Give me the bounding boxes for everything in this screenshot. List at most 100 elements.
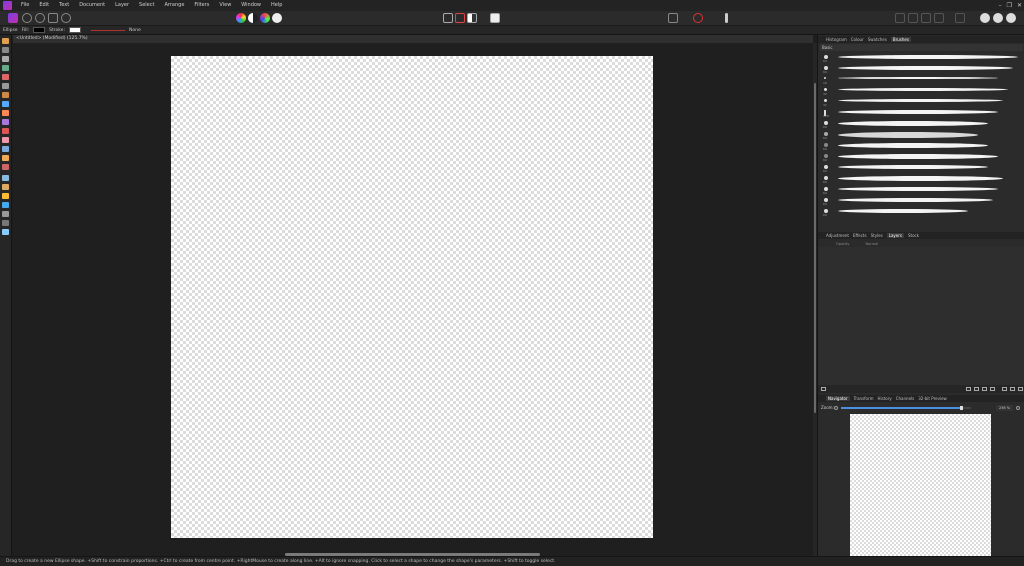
tab-channels[interactable]: Channels bbox=[896, 396, 915, 401]
brush-item[interactable]: 16 bbox=[820, 74, 1020, 85]
layer-options-icon[interactable] bbox=[821, 387, 826, 391]
mask-layer-icon[interactable] bbox=[966, 387, 971, 391]
delete-layer-icon[interactable] bbox=[1018, 387, 1023, 391]
tab-brushes[interactable]: Brushes bbox=[890, 37, 911, 42]
tab-effects[interactable]: Effects bbox=[853, 233, 867, 238]
paint-brush-icon[interactable] bbox=[2, 74, 9, 80]
zoom-slider[interactable] bbox=[841, 406, 971, 410]
smudge-tool-icon[interactable] bbox=[2, 164, 9, 170]
brush-item[interactable]: 64 bbox=[820, 118, 1020, 129]
tab-32bit-preview[interactable]: 32-bit Preview bbox=[918, 396, 947, 401]
menu-edit[interactable]: Edit bbox=[34, 0, 54, 11]
brush-item[interactable]: 64 bbox=[820, 63, 1020, 74]
auto-colours-icon[interactable] bbox=[260, 13, 270, 23]
auto-levels-icon[interactable] bbox=[236, 13, 246, 23]
navigator-preview[interactable] bbox=[850, 414, 991, 556]
zoom-in-icon[interactable] bbox=[1016, 406, 1020, 410]
text-tool-icon[interactable] bbox=[2, 211, 9, 217]
blur-tool-icon[interactable] bbox=[2, 175, 9, 181]
align-right-icon[interactable] bbox=[921, 13, 931, 23]
tab-layers[interactable]: Layers bbox=[886, 233, 904, 238]
stroke-style-label[interactable]: None bbox=[129, 28, 141, 33]
clone-tool-icon[interactable] bbox=[2, 137, 9, 143]
zoom-tool-icon[interactable] bbox=[2, 229, 9, 235]
brush-item[interactable]: 32 bbox=[820, 85, 1020, 96]
snapping-magnet-icon[interactable] bbox=[681, 13, 691, 23]
dodge-tool-icon[interactable] bbox=[2, 119, 9, 125]
red-eye-tool-icon[interactable] bbox=[2, 155, 9, 161]
tab-adjustment[interactable]: Adjustment bbox=[826, 233, 849, 238]
brush-item[interactable]: 64 bbox=[820, 52, 1020, 63]
quick-mask-icon[interactable] bbox=[455, 13, 465, 23]
photo-persona-icon[interactable] bbox=[8, 13, 18, 23]
pixel-tool-icon[interactable] bbox=[2, 83, 9, 89]
transform-icon[interactable] bbox=[955, 13, 965, 23]
auto-contrast-icon[interactable] bbox=[248, 13, 258, 23]
boolean-subtract-icon[interactable] bbox=[993, 13, 1003, 23]
opacity-label[interactable]: Opacity bbox=[836, 242, 849, 246]
brush-category-select[interactable]: Basic bbox=[820, 44, 1023, 51]
snapping-grid-icon[interactable] bbox=[668, 13, 678, 23]
move-tool-icon[interactable] bbox=[2, 47, 9, 53]
menu-window[interactable]: Window bbox=[236, 0, 266, 11]
liquify-persona-icon[interactable] bbox=[22, 13, 32, 23]
tab-colour[interactable]: Colour bbox=[851, 37, 864, 42]
minimize-button[interactable]: – bbox=[999, 2, 1002, 9]
brush-item[interactable]: 64 bbox=[820, 173, 1020, 184]
menu-document[interactable]: Document bbox=[74, 0, 110, 11]
ellipse-tool-icon[interactable] bbox=[2, 202, 9, 208]
stroke-swatch[interactable] bbox=[68, 27, 81, 33]
brush-item[interactable]: 64 bbox=[820, 129, 1020, 140]
tab-navigator[interactable]: Navigator bbox=[826, 396, 850, 401]
align-top-icon[interactable] bbox=[934, 13, 944, 23]
crop-tool-icon[interactable] bbox=[2, 65, 9, 71]
add-pixel-layer-icon[interactable] bbox=[1002, 387, 1007, 391]
brush-item[interactable]: 32 bbox=[820, 96, 1020, 107]
live-filter-icon[interactable] bbox=[982, 387, 987, 391]
zoom-out-icon[interactable] bbox=[834, 406, 838, 410]
menu-text[interactable]: Text bbox=[54, 0, 74, 11]
snapping-options-icon[interactable] bbox=[693, 13, 703, 23]
zoom-value-field[interactable]: 236 % bbox=[996, 405, 1013, 411]
blend-mode-select[interactable]: Normal bbox=[865, 242, 878, 246]
group-layers-icon[interactable] bbox=[990, 387, 995, 391]
close-button[interactable]: ✕ bbox=[1017, 2, 1022, 9]
brush-item[interactable]: 64 bbox=[820, 206, 1020, 217]
menu-filters[interactable]: Filters bbox=[189, 0, 214, 11]
brush-item[interactable]: 64 bbox=[820, 151, 1020, 162]
stroke-width-slider[interactable] bbox=[90, 29, 125, 31]
menu-view[interactable]: View bbox=[214, 0, 236, 11]
tone-mapping-persona-icon[interactable] bbox=[48, 13, 58, 23]
tab-swatches[interactable]: Swatches bbox=[868, 37, 887, 42]
brush-item[interactable]: 64 bbox=[820, 195, 1020, 206]
brush-item[interactable]: 64 bbox=[820, 140, 1020, 151]
menu-file[interactable]: File bbox=[16, 0, 34, 11]
eraser-tool-icon[interactable] bbox=[2, 92, 9, 98]
tab-styles[interactable]: Styles bbox=[871, 233, 883, 238]
tab-stock[interactable]: Stock bbox=[908, 233, 919, 238]
align-center-icon[interactable] bbox=[908, 13, 918, 23]
menu-help[interactable]: Help bbox=[266, 0, 287, 11]
flood-fill-icon[interactable] bbox=[2, 101, 9, 107]
healing-tool-icon[interactable] bbox=[2, 146, 9, 152]
restore-button[interactable]: ❐ bbox=[1007, 2, 1012, 9]
boolean-add-icon[interactable] bbox=[980, 13, 990, 23]
mode-icon[interactable] bbox=[490, 13, 500, 23]
align-left-icon[interactable] bbox=[895, 13, 905, 23]
tab-histogram[interactable]: Histogram bbox=[826, 37, 847, 42]
vertical-scroll-thumb[interactable] bbox=[814, 83, 816, 413]
brush-item[interactable]: 128 bbox=[820, 107, 1020, 118]
view-tool-icon[interactable] bbox=[2, 38, 9, 44]
document-tab[interactable]: <Untitled> (Modified) (125.7%) bbox=[13, 35, 813, 43]
gradient-tool-icon[interactable] bbox=[2, 110, 9, 116]
marquee-icon[interactable] bbox=[443, 13, 453, 23]
burn-tool-icon[interactable] bbox=[2, 128, 9, 134]
menu-arrange[interactable]: Arrange bbox=[159, 0, 189, 11]
menu-select[interactable]: Select bbox=[134, 0, 159, 11]
export-persona-icon[interactable] bbox=[61, 13, 71, 23]
zoom-slider-handle[interactable] bbox=[959, 406, 963, 410]
develop-persona-icon[interactable] bbox=[35, 13, 45, 23]
adjustment-layer-icon[interactable] bbox=[974, 387, 979, 391]
brush-item[interactable]: 64 bbox=[820, 184, 1020, 195]
brush-item[interactable]: 64 bbox=[820, 162, 1020, 173]
